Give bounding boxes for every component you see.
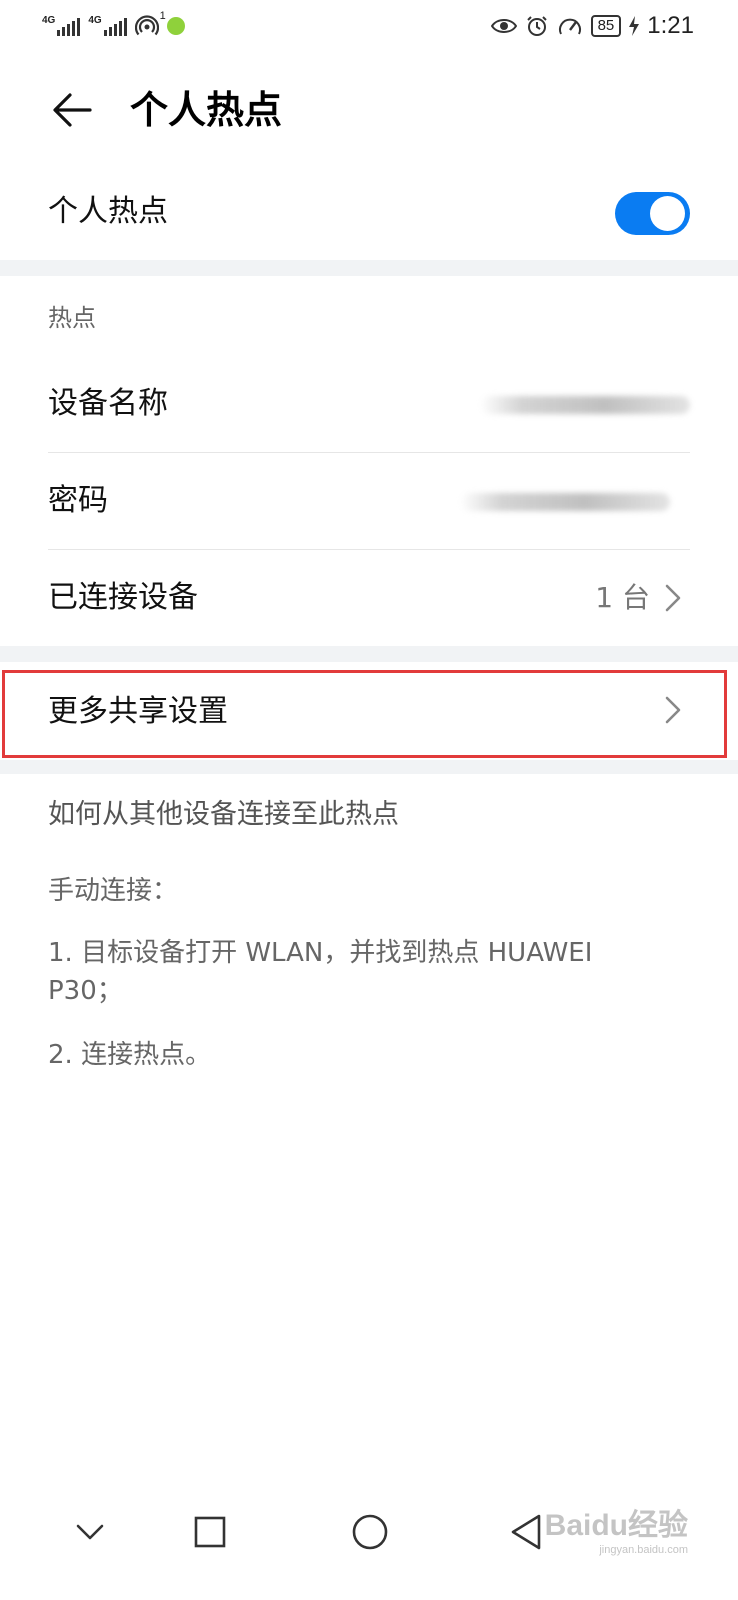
hotspot-toggle-label: 个人热点 <box>48 194 168 229</box>
triangle-back-icon <box>511 1514 541 1550</box>
status-left: 4G 4G 1 <box>42 10 185 39</box>
device-name-value-blurred <box>480 396 690 414</box>
connect-help-title: 如何从其他设备连接至此热点 <box>48 799 399 830</box>
nav-recents-button[interactable] <box>186 1508 234 1556</box>
status-bar: 4G 4G 1 85 1:21 <box>0 0 738 52</box>
step-2-text: 2. 连接热点。 <box>48 1040 212 1070</box>
highlight-annotation <box>2 670 727 758</box>
switch-knob <box>650 196 685 231</box>
nav-back-button[interactable] <box>502 1508 550 1556</box>
step-1-text: 1. 目标设备打开 WLAN，并找到热点 HUAWEI P30； <box>48 938 593 1006</box>
connected-devices-label: 已连接设备 <box>48 580 198 615</box>
charging-icon <box>629 16 640 36</box>
signal-2: 4G <box>88 15 127 36</box>
app-header: 个人热点 <box>0 68 738 152</box>
section-gap <box>0 646 738 662</box>
connected-count: 1 台 <box>595 581 650 614</box>
clock: 1:21 <box>647 12 694 39</box>
hotspot-switch[interactable] <box>615 192 690 235</box>
status-right: 85 1:21 <box>490 12 694 40</box>
hotspot-icon <box>134 14 159 35</box>
app-notification-icon <box>166 17 185 35</box>
section-label: 热点 <box>48 304 96 332</box>
alarm-icon <box>526 16 547 36</box>
signal-bars-icon <box>103 18 127 36</box>
nav-home-button[interactable] <box>346 1508 394 1556</box>
connected-devices-row[interactable]: 已连接设备 1 台 <box>0 550 738 646</box>
speed-icon <box>558 18 581 35</box>
network-type-1: 4G <box>42 15 56 26</box>
nav-down-button[interactable] <box>66 1508 114 1556</box>
section-gap <box>0 760 738 774</box>
password-label: 密码 <box>48 483 108 518</box>
device-name-label: 设备名称 <box>48 386 168 421</box>
hotspot-status: 1 <box>134 10 166 39</box>
device-name-row[interactable]: 设备名称 <box>0 356 738 452</box>
eye-icon <box>490 19 517 33</box>
section-gap <box>0 260 738 276</box>
signal-1: 4G <box>42 15 81 36</box>
back-arrow-icon <box>53 93 92 127</box>
watermark-url: jingyan.baidu.com <box>599 1544 688 1556</box>
watermark-brand: Baidu经验 <box>544 1509 688 1542</box>
page-title: 个人热点 <box>130 88 283 132</box>
battery-level: 85 <box>590 15 622 37</box>
circle-icon <box>352 1514 388 1550</box>
network-type-2: 4G <box>88 15 102 26</box>
back-button[interactable] <box>48 86 96 134</box>
manual-connect-label: 手动连接： <box>48 876 179 906</box>
chevron-right-icon <box>658 578 688 618</box>
password-value-blurred <box>460 493 670 511</box>
password-row[interactable]: 密码 <box>0 453 738 549</box>
chevron-down-icon <box>76 1524 104 1540</box>
watermark-logo: Baidu经验 jingyan.baidu.com <box>545 1500 688 1556</box>
hotspot-count: 1 <box>159 9 166 22</box>
signal-bars-icon <box>57 18 81 36</box>
square-icon <box>194 1516 226 1548</box>
